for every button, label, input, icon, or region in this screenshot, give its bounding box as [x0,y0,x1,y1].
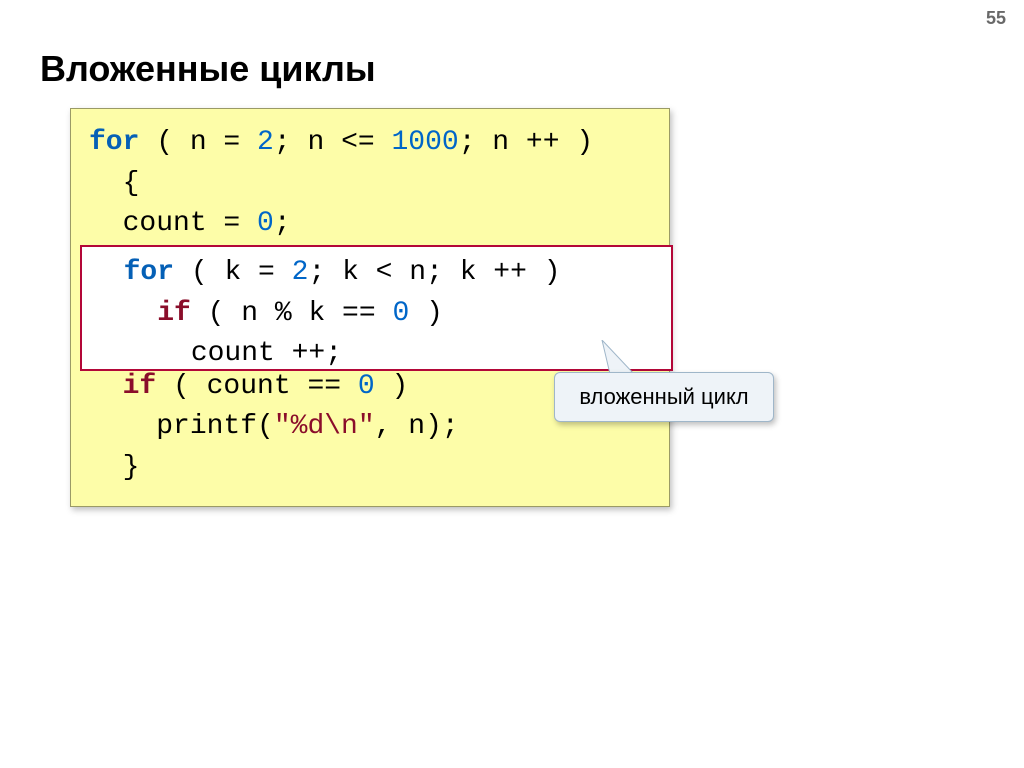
code-text: count = [89,208,257,239]
keyword-for: for [124,257,174,288]
code-text: ( k = [174,257,292,288]
code-text: ; n <= [274,127,392,158]
inner-loop-highlight: for ( k = 2; k < n; k ++ ) if ( n % k ==… [80,245,673,371]
code-text: ; [274,208,291,239]
number-literal: 1000 [391,127,458,158]
number-literal: 0 [358,371,375,402]
keyword-for: for [89,127,139,158]
keyword-if: if [157,298,191,329]
code-text: printf( [89,411,274,442]
inner-loop-code: for ( k = 2; k < n; k ++ ) if ( n % k ==… [90,253,671,375]
code-text: ( count == [156,371,358,402]
page-number: 55 [986,8,1006,29]
code-text: ; k < n; k ++ ) [308,257,560,288]
number-literal: 0 [257,208,274,239]
number-literal: 2 [257,127,274,158]
code-text [90,298,157,329]
code-text: ( n = [139,127,257,158]
keyword-if: if [123,371,157,402]
code-text: ) [409,298,443,329]
code-text [89,371,123,402]
code-text: count ++; [90,338,342,369]
slide-title: Вложенные циклы [40,48,376,90]
string-literal: "%d\n" [274,411,375,442]
code-text: ; n ++ ) [459,127,593,158]
number-literal: 0 [392,298,409,329]
code-text: ) [375,371,409,402]
code-text: , n); [375,411,459,442]
callout-text: вложенный цикл [579,384,748,410]
code-text: ( n % k == [191,298,393,329]
number-literal: 2 [292,257,309,288]
callout-label: вложенный цикл [554,372,774,422]
code-text: { [89,168,139,199]
code-text: } [89,452,139,483]
